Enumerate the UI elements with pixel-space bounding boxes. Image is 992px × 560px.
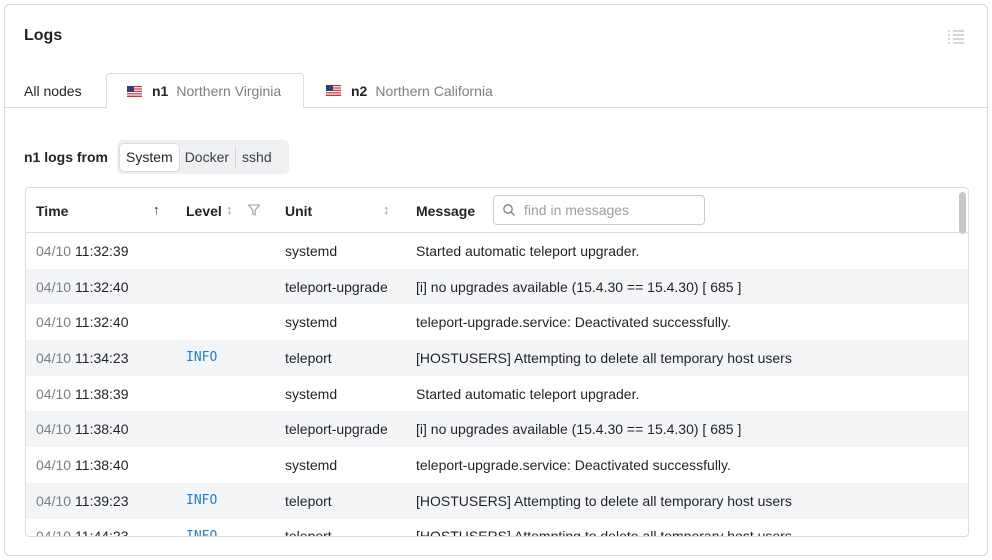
table-row[interactable]: 04/10 11:44:23 INFO teleport [HOSTUSERS] Att… [26, 519, 968, 537]
tab-node-id: n2 [351, 82, 368, 99]
cell-clock: 11:32:40 [75, 314, 129, 331]
table-row[interactable]: 04/10 11:32:40 systemd teleport-upgrade.ser… [26, 304, 968, 340]
cell-date: 04/10 [36, 421, 72, 438]
table-row[interactable]: 04/10 11:38:40 teleport-upgrade [i] no upgr… [26, 411, 968, 448]
cell-date: 04/10 [36, 349, 72, 366]
cell-date: 04/10 [36, 314, 72, 331]
list-icon[interactable] [947, 29, 965, 45]
cell-message: [HOSTUSERS] Attempting to delete all tem… [416, 492, 792, 509]
column-header-unit[interactable]: Unit [285, 188, 312, 233]
card-title: Logs [24, 27, 63, 44]
cell-message: [i] no upgrades available (15.4.30 == 15… [416, 278, 742, 295]
tab-label: All nodes [24, 82, 82, 99]
cell-level: INFO [186, 493, 218, 509]
cell-time: 04/10 11:34:23 [36, 350, 129, 366]
cell-message: [HOSTUSERS] Attempting to delete all tem… [416, 528, 792, 537]
column-header-level[interactable]: Level [186, 188, 222, 233]
cell-message: teleport-upgrade.service: Deactivated su… [416, 314, 731, 331]
cell-date: 04/10 [36, 492, 72, 509]
filter-icon[interactable] [247, 203, 261, 217]
search-input[interactable] [524, 202, 694, 218]
search-icon [503, 204, 515, 216]
column-header-message: Message [416, 202, 476, 219]
cell-clock: 11:38:40 [75, 421, 129, 438]
table-row[interactable]: 04/10 11:32:40 teleport-upgrade [i] no upgr… [26, 268, 968, 305]
cell-date: 04/10 [36, 278, 72, 295]
cell-time: 04/10 11:38:40 [36, 457, 129, 473]
cell-level: INFO [186, 350, 218, 366]
cell-time: 04/10 11:32:39 [36, 243, 129, 259]
cell-time: 04/10 11:39:23 [36, 493, 129, 509]
cell-time: 04/10 11:38:40 [36, 421, 129, 437]
tab-n1[interactable]: n1 Northern Virginia [106, 73, 304, 109]
table-body: 04/10 11:32:39 systemd Started automatic te… [26, 233, 968, 537]
cell-clock: 11:32:40 [75, 278, 129, 295]
cell-unit: systemd [285, 242, 338, 259]
cell-unit: teleport [285, 349, 332, 366]
cell-date: 04/10 [36, 385, 72, 402]
cell-time: 04/10 11:32:40 [36, 314, 129, 330]
cell-time: 04/10 11:38:39 [36, 386, 129, 402]
tab-region: Northern Virginia [176, 83, 282, 99]
table-row[interactable]: 04/10 11:38:40 systemd teleport-upgrade.ser… [26, 447, 968, 483]
us-flag-icon [326, 85, 341, 96]
source-option-sshd[interactable]: sshd [236, 144, 278, 171]
table-row[interactable]: 04/10 11:39:23 INFO teleport [HOSTUSERS] Att… [26, 482, 968, 519]
node-tabs: All nodes n1 Northern Virginia n2 Northe… [5, 73, 987, 109]
cell-clock: 11:38:40 [75, 456, 129, 473]
cell-message: teleport-upgrade.service: Deactivated su… [416, 456, 731, 473]
cell-clock: 11:32:39 [75, 242, 129, 259]
logs-card: Logs All nodes n1 Northern Virginia n2 N… [4, 4, 988, 556]
sort-icon[interactable]: ↕ [383, 202, 390, 217]
tab-all-nodes[interactable]: All nodes [24, 73, 82, 108]
source-option-docker[interactable]: Docker [179, 144, 235, 171]
cell-unit: teleport [285, 492, 332, 509]
scrollbar-thumb[interactable] [959, 192, 966, 234]
logs-table: Time ↑ Level ↕ Unit ↕ Message 04/1011:32… [25, 187, 969, 537]
message-search[interactable] [493, 195, 705, 225]
cell-clock: 11:39:23 [75, 492, 129, 509]
cell-unit: systemd [285, 456, 338, 473]
cell-unit: systemd [285, 314, 338, 331]
cell-date: 04/10 [36, 456, 72, 473]
sort-icon[interactable]: ↕ [226, 202, 233, 217]
cell-time: 04/10 11:32:40 [36, 279, 129, 295]
table-row[interactable]: 04/10 11:34:23 INFO teleport [HOSTUSERS] Att… [26, 340, 968, 376]
cell-clock: 11:38:39 [75, 385, 129, 402]
cell-clock: 11:44:23 [75, 528, 129, 537]
table-row[interactable]: 04/10 11:38:39 systemd Started automatic te… [26, 376, 968, 412]
cell-message: Started automatic teleport upgrader. [416, 385, 640, 402]
cell-unit: systemd [285, 385, 338, 402]
table-header: Time ↑ Level ↕ Unit ↕ Message [26, 188, 968, 233]
log-source-label: n1 logs from [24, 149, 109, 165]
cell-unit: teleport-upgrade [285, 278, 388, 295]
tab-region: Northern California [375, 82, 493, 99]
cell-date: 04/10 [36, 528, 72, 537]
cell-level: INFO [186, 528, 218, 537]
table-row[interactable]: 04/10 11:32:39 systemd Started automatic te… [26, 233, 968, 269]
cell-message: Started automatic teleport upgrader. [416, 242, 640, 259]
cell-unit: teleport-upgrade [285, 421, 388, 438]
cell-unit: teleport [285, 528, 332, 537]
cell-date: 04/10 [36, 242, 72, 259]
cell-time: 04/10 11:44:23 [36, 528, 129, 537]
column-header-time[interactable]: Time [36, 188, 68, 233]
tab-node-id: n1 [152, 83, 169, 99]
cell-message: [HOSTUSERS] Attempting to delete all tem… [416, 349, 792, 366]
tab-n2[interactable]: n2 Northern California [326, 73, 493, 108]
source-option-system[interactable]: System [120, 143, 179, 171]
us-flag-icon [127, 85, 142, 97]
sort-ascending-icon[interactable]: ↑ [153, 202, 160, 217]
cell-clock: 11:34:23 [75, 349, 129, 366]
log-source-selector: System Docker sshd [117, 140, 289, 174]
cell-message: [i] no upgrades available (15.4.30 == 15… [416, 421, 742, 438]
